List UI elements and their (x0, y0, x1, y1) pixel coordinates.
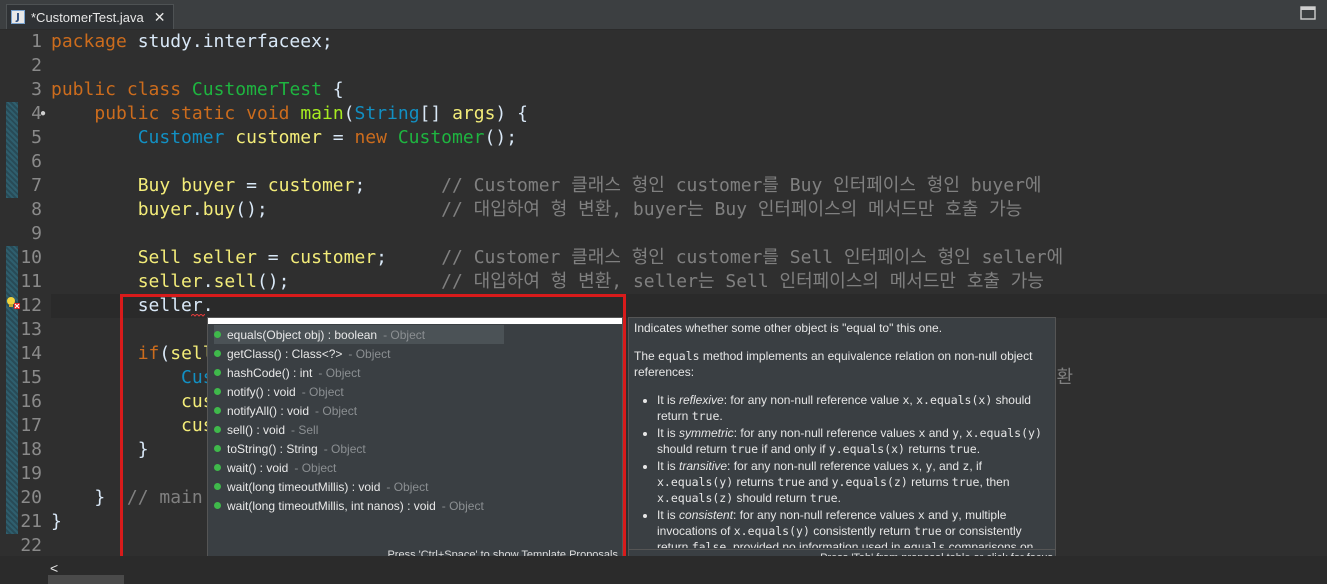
variable: customer (289, 247, 377, 268)
keyword: package (51, 31, 127, 52)
line-number: 5 (31, 127, 42, 148)
code-line-10: Sell seller = customer; // Customer 클래스 … (137, 247, 1064, 268)
scroll-left-icon[interactable]: < (50, 560, 58, 576)
code-text: } (94, 487, 106, 508)
doc-list-item: It is reflexive: for any non-null refere… (657, 392, 1054, 424)
code-line-7: Buy buyer = customer; // Customer 클래스 형인… (137, 175, 1042, 196)
fold-toggle-icon[interactable]: ● (40, 108, 46, 119)
type-name: Customer (137, 127, 225, 148)
code-text: (); (484, 127, 518, 148)
line-number: 10 (20, 247, 42, 268)
variable: customer (235, 127, 322, 148)
maximize-icon[interactable] (1299, 4, 1317, 22)
keyword: new (354, 127, 387, 148)
type-name: String (354, 103, 420, 124)
method-call: buy (202, 199, 236, 220)
doc-list: It is reflexive: for any non-null refere… (634, 392, 1054, 548)
code-line-4: public static void main(String[] args) { (94, 103, 528, 124)
horizontal-scrollbar[interactable]: < (0, 556, 1327, 584)
variable: args (452, 103, 496, 124)
line-number: 9 (31, 223, 42, 244)
java-file-icon: J (11, 10, 25, 24)
keyword: class (126, 79, 182, 100)
line-number: 1 (31, 31, 42, 52)
code-line-3: public class CustomerTest { (51, 78, 344, 102)
comment: // 대입하여 형 변환, seller는 Sell 인터페이스의 메서드만 호… (441, 271, 1044, 292)
doc-list-item: It is transitive: for any non-null refer… (657, 458, 1054, 506)
comment: // Customer 클래스 형인 customer를 Buy 인터페이스 형… (441, 175, 1042, 196)
highlight-box (120, 294, 626, 571)
line-number: 15 (20, 367, 42, 388)
code-line-8: buyer.buy(); // 대입하여 형 변환, buyer는 Buy 인터… (137, 199, 1023, 220)
code-text: } (51, 511, 62, 532)
javadoc-content: Indicates whether some other object is "… (634, 320, 1054, 548)
line-number: 22 (20, 535, 42, 556)
line-number: 13 (20, 319, 42, 340)
class-name: Customer (397, 127, 485, 148)
line-number: 18 (20, 439, 42, 460)
variable: buyer (181, 175, 236, 196)
doc-footer-separator (629, 549, 1055, 550)
editor-tab-bar: J *CustomerTest.java ✕ (0, 0, 1327, 30)
keyword: void (246, 103, 290, 124)
code-line-11: seller.sell(); // 대입하여 형 변환, seller는 Sel… (137, 271, 1044, 292)
code-text: study.interfaceex; (126, 31, 333, 52)
line-number: 21 (20, 511, 42, 532)
line-number: 6 (31, 151, 42, 172)
method-call: sell (213, 271, 257, 292)
line-number: 8 (31, 199, 42, 220)
code-text: ) { (495, 103, 528, 124)
keyword: public (51, 79, 117, 100)
scrollbar-thumb[interactable] (48, 575, 124, 584)
line-number: 20 (20, 487, 42, 508)
type-name: Buy (137, 175, 171, 196)
line-number: 11 (20, 271, 42, 292)
code-text: { (321, 79, 344, 100)
line-number: 14 (20, 343, 42, 364)
doc-paragraph: The equals method implements an equivale… (634, 349, 1033, 379)
error-lightbulb-icon[interactable] (6, 296, 20, 310)
doc-list-item: It is consistent: for any non-null refer… (657, 507, 1054, 548)
code-line-1: package study.interfaceex; (51, 30, 333, 54)
line-number: 3 (31, 79, 42, 100)
line-number: 2 (31, 55, 42, 76)
editor-tab-customertest[interactable]: J *CustomerTest.java ✕ (6, 4, 175, 29)
line-number: 19 (20, 463, 42, 484)
code-line-21: } (51, 510, 62, 534)
code-line-5: Customer customer = new Customer(); (137, 127, 518, 148)
line-number: 4 (31, 103, 42, 124)
type-name: Sell (137, 247, 182, 268)
doc-list-item: It is symmetric: for any non-null refere… (657, 425, 1054, 457)
line-number: 16 (20, 391, 42, 412)
line-number: 17 (20, 415, 42, 436)
line-number: 7 (31, 175, 42, 196)
javadoc-popup[interactable]: Indicates whether some other object is "… (628, 317, 1056, 567)
class-name: CustomerTest (191, 79, 322, 100)
variable: seller (137, 271, 203, 292)
keyword: public (94, 103, 160, 124)
variable: seller (191, 247, 257, 268)
close-icon[interactable]: ✕ (154, 9, 166, 26)
tab-title: *CustomerTest.java (31, 9, 144, 25)
method-name: main (300, 103, 344, 124)
comment: // 대입하여 형 변환, buyer는 Buy 인터페이스의 메서드만 호출 … (441, 199, 1023, 220)
keyword: static (170, 103, 236, 124)
variable: buyer (137, 199, 192, 220)
doc-intro: Indicates whether some other object is "… (634, 321, 943, 335)
variable: customer (267, 175, 355, 196)
comment: // Customer 클래스 형인 customer를 Sell 인터페이스 … (441, 247, 1064, 268)
